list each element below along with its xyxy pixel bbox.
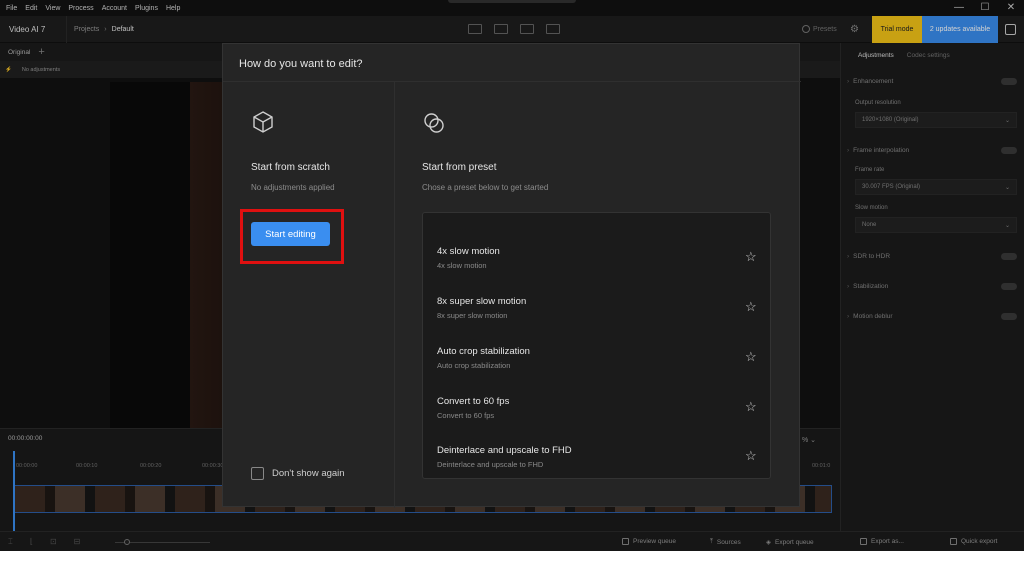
divider [394, 82, 395, 508]
preset-item[interactable]: 4x slow motion 4x slow motion ☆ [423, 236, 770, 286]
preset-desc: Auto crop stabilization [437, 361, 511, 370]
star-icon[interactable]: ☆ [745, 448, 757, 464]
preset-desc: Deinterlace and upscale to FHD [437, 460, 544, 469]
preset-name: Convert to 60 fps [437, 396, 510, 407]
preset-desc: 4x slow motion [437, 261, 487, 270]
star-icon[interactable]: ☆ [745, 299, 757, 315]
preset-list: 4x slow motion 4x slow motion ☆ 8x super… [422, 212, 771, 479]
preset-circles-icon [424, 113, 444, 133]
preset-name: 8x super slow motion [437, 296, 527, 307]
preset-desc: Convert to 60 fps [437, 411, 495, 420]
preset-name: Deinterlace and upscale to FHD [437, 445, 572, 456]
preset-subtitle: Chose a preset below to get started [422, 183, 549, 192]
cube-icon [253, 111, 273, 133]
preset-item[interactable]: Deinterlace and upscale to FHD Deinterla… [423, 435, 770, 478]
divider [223, 81, 801, 82]
dont-show-checkbox[interactable] [251, 467, 264, 480]
app-window: File Edit View Process Account Plugins H… [0, 0, 1024, 551]
dialog-title: How do you want to edit? [239, 58, 363, 70]
scratch-title: Start from scratch [251, 162, 330, 173]
dont-show-label: Don't show again [272, 468, 345, 479]
preset-title: Start from preset [422, 162, 497, 173]
scratch-subtitle: No adjustments applied [251, 183, 335, 192]
preset-item[interactable]: Convert to 60 fps Convert to 60 fps ☆ [423, 386, 770, 436]
edit-mode-dialog: How do you want to edit? Start from scra… [222, 43, 801, 508]
dont-show-again-option[interactable]: Don't show again [251, 467, 345, 480]
preset-item[interactable]: 8x super slow motion 8x super slow motio… [423, 286, 770, 336]
preset-name: 4x slow motion [437, 246, 500, 257]
start-editing-button[interactable]: Start editing [251, 222, 330, 246]
star-icon[interactable]: ☆ [745, 349, 757, 365]
star-icon[interactable]: ☆ [745, 249, 757, 265]
preset-name: Auto crop stabilization [437, 346, 530, 357]
star-icon[interactable]: ☆ [745, 399, 757, 415]
preset-item[interactable]: Auto crop stabilization Auto crop stabil… [423, 336, 770, 386]
preset-desc: 8x super slow motion [437, 311, 508, 320]
